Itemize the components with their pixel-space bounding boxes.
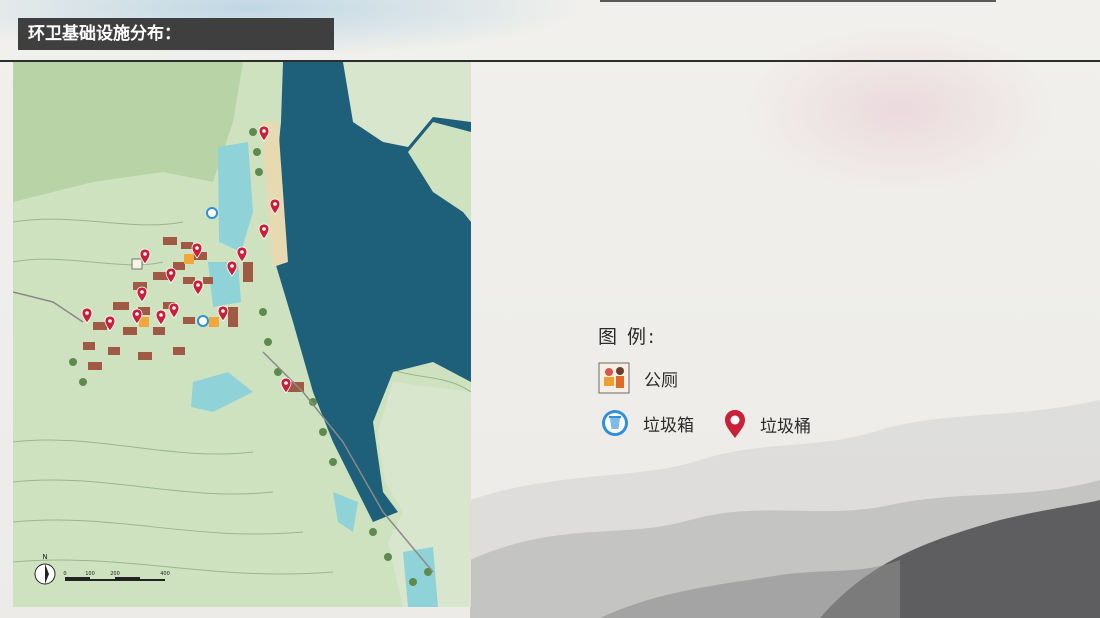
scale-tick: 0 <box>63 571 66 577</box>
legend-item-trash-bin: 垃圾桶 <box>722 409 811 439</box>
legend-label: 公厕 <box>644 370 678 391</box>
toilet-icon <box>209 317 219 327</box>
trash-bin-pin-icon <box>725 410 745 438</box>
legend-item-trash-box: 垃圾箱 <box>601 409 694 437</box>
legend-item-toilet: 公厕 <box>598 362 678 394</box>
scale-tick: 100 <box>85 571 95 577</box>
north-label: N <box>42 553 47 561</box>
trash-box-icon <box>602 410 628 436</box>
legend-title: 图 例: <box>598 326 657 348</box>
toilet-icon <box>598 362 630 394</box>
scale-tick: 400 <box>160 571 170 577</box>
trash-box-icon <box>206 207 218 219</box>
site-map: N 0 100 200 400 <box>13 62 471 607</box>
toilet-icon <box>184 254 194 264</box>
legend-label: 垃圾箱 <box>643 415 694 436</box>
toilet-icon <box>131 258 143 270</box>
scale-tick: 200 <box>110 571 120 577</box>
legend-label: 垃圾桶 <box>760 416 811 437</box>
trash-box-icon <box>197 315 209 327</box>
